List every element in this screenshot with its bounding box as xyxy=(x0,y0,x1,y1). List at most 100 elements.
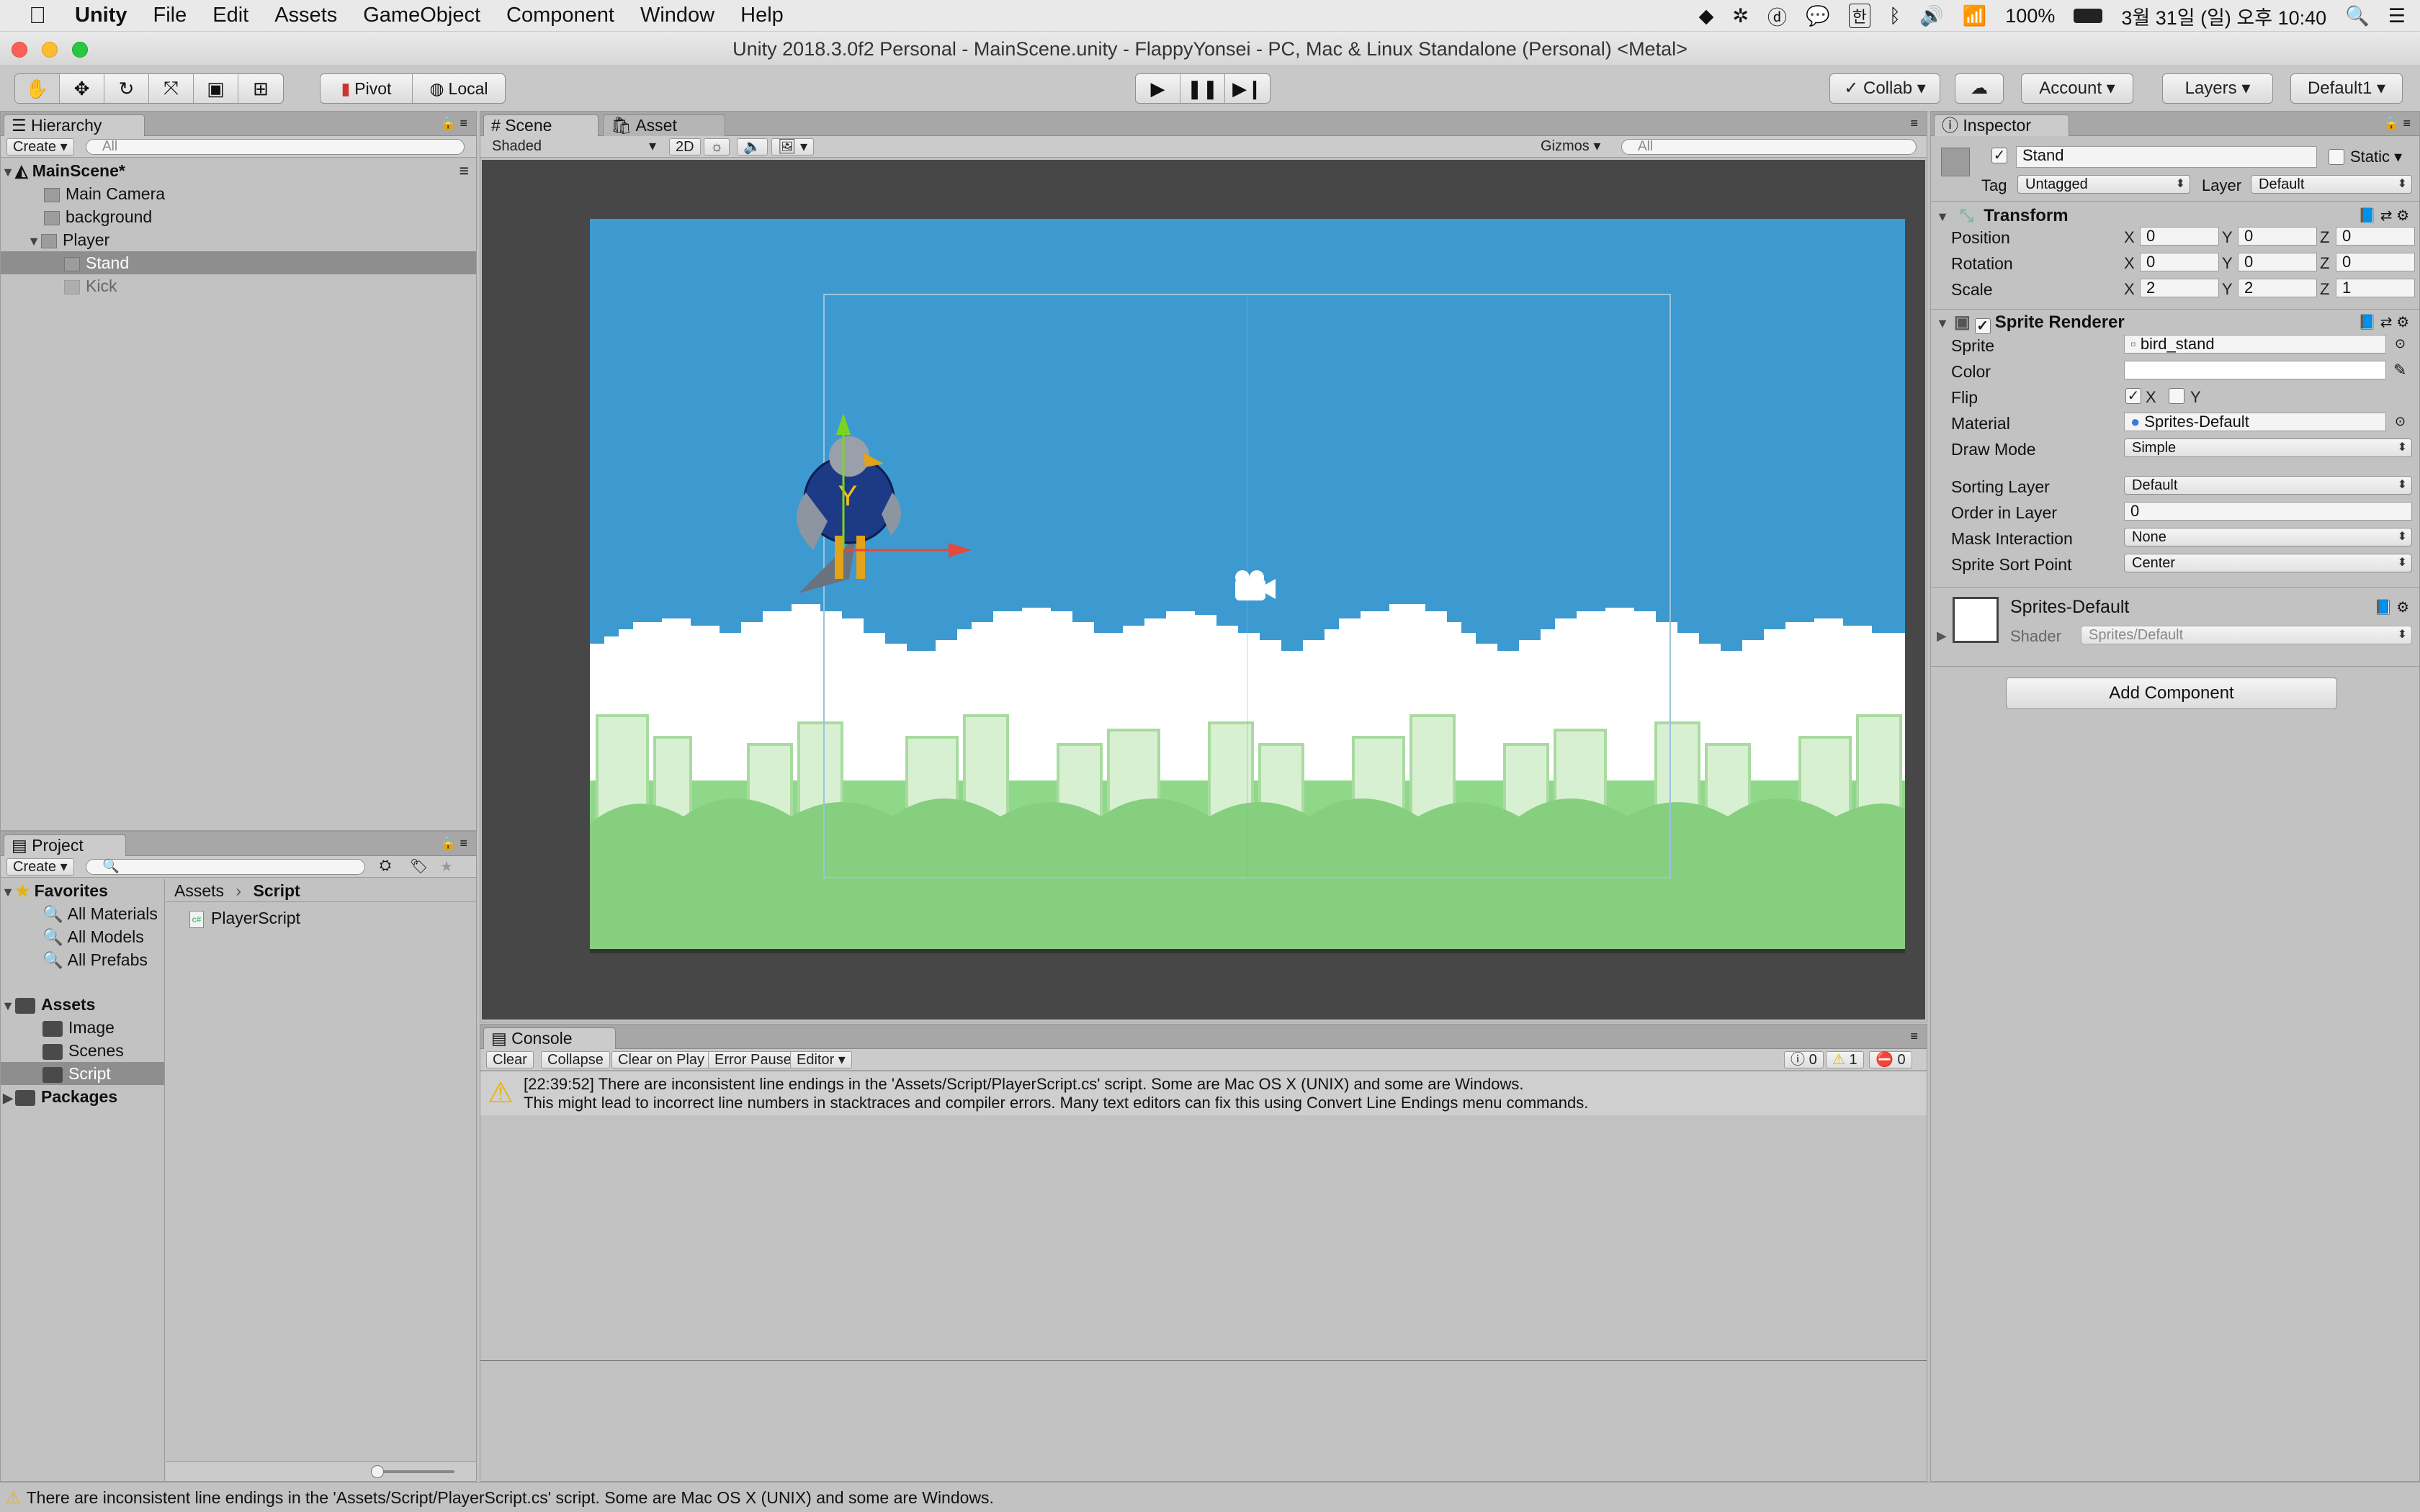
close-window-button[interactable] xyxy=(12,42,27,58)
tab-asset-store[interactable]: 🛍 Asset Store xyxy=(603,114,725,155)
axis-z-label[interactable]: Z xyxy=(2320,254,2329,273)
rect-tool-icon[interactable]: ▣ xyxy=(194,74,238,103)
2d-toggle[interactable]: 2D xyxy=(669,138,701,156)
panel-menu-icon[interactable]: 🔒 ≡ xyxy=(440,836,467,851)
notification-center-icon[interactable]: ☰ xyxy=(2388,5,2406,27)
object-picker-icon[interactable]: ⊙ xyxy=(2395,336,2406,351)
project-create-button[interactable]: Create ▾ xyxy=(6,858,74,876)
hierarchy-item-player[interactable]: ▼ Player xyxy=(1,228,476,251)
transform-rotation-x-field[interactable]: 0 xyxy=(2140,253,2219,271)
console-clear-button[interactable]: Clear xyxy=(486,1051,534,1068)
axis-x-label[interactable]: X xyxy=(2124,280,2135,299)
filter-label-icon[interactable]: 🏷 xyxy=(410,858,428,876)
console-log-entry[interactable]: ⚠ [22:39:52] There are inconsistent line… xyxy=(480,1072,1927,1115)
lighting-icon[interactable]: ☼ xyxy=(704,138,730,156)
shading-dropdown[interactable]: Shaded ▾ xyxy=(486,138,659,156)
pivot-button[interactable]: ▮ Pivot xyxy=(321,74,413,103)
wifi-icon[interactable]: 📶 xyxy=(1963,4,1987,27)
component-menu-icon[interactable]: 📘 ⇄ ⚙ xyxy=(2358,310,2409,335)
transform-scale-x-field[interactable]: 2 xyxy=(2140,279,2219,297)
component-menu-icon[interactable]: 📘 ⇄ ⚙ xyxy=(2358,204,2409,228)
color-swatch[interactable] xyxy=(2124,361,2386,379)
menu-app-name[interactable]: Unity xyxy=(75,4,127,27)
tab-hierarchy[interactable]: ☰ Hierarchy xyxy=(4,114,145,136)
material-field[interactable]: ● Sprites-Default xyxy=(2124,413,2386,431)
collab-button[interactable]: ✓ Collab ▾ xyxy=(1829,73,1940,104)
axis-x-label[interactable]: X xyxy=(2124,228,2135,247)
eyedropper-icon[interactable]: ✎ xyxy=(2393,361,2406,379)
scene-search-input[interactable]: All xyxy=(1621,139,1917,155)
console-collapse-button[interactable]: Collapse xyxy=(541,1051,610,1068)
console-info-filter[interactable]: ⓘ 0 xyxy=(1784,1051,1824,1068)
input-source-icon[interactable]: 한 xyxy=(1848,4,1870,28)
menu-component[interactable]: Component xyxy=(506,4,614,27)
static-checkbox[interactable] xyxy=(2329,149,2344,165)
transform-rotation-y-field[interactable]: 0 xyxy=(2238,253,2317,271)
scale-tool-icon[interactable]: ⤧ xyxy=(149,74,194,103)
material-expand-icon[interactable]: ▶ xyxy=(1937,629,1947,644)
fav-all-materials[interactable]: 🔍 All Materials xyxy=(1,902,164,925)
transform-position-x-field[interactable]: 0 xyxy=(2140,227,2219,246)
clock[interactable]: 3월 31일 (일) 오후 10:40 xyxy=(2121,2,2326,30)
scene-viewport[interactable]: Y xyxy=(482,160,1925,1020)
menu-window[interactable]: Window xyxy=(640,4,714,27)
filter-type-icon[interactable]: ⛭ xyxy=(380,858,391,874)
flip-y-checkbox[interactable] xyxy=(2169,388,2184,404)
audio-icon[interactable]: 🔈 xyxy=(737,138,768,156)
status-bar[interactable]: ⚠ There are inconsistent line endings in … xyxy=(0,1482,2420,1512)
folder-script[interactable]: Script xyxy=(1,1062,164,1085)
transform-scale-y-field[interactable]: 2 xyxy=(2238,279,2317,297)
axis-y-label[interactable]: Y xyxy=(2222,254,2233,273)
breadcrumb-assets[interactable]: Assets xyxy=(174,881,224,900)
local-button[interactable]: ◍ Local xyxy=(413,74,505,103)
hierarchy-item-kick[interactable]: Kick xyxy=(1,274,476,297)
hierarchy-item-background[interactable]: background xyxy=(1,205,476,228)
bluetooth-icon[interactable]: ᛒ xyxy=(1889,5,1901,27)
tag-dropdown[interactable]: Untagged xyxy=(2017,175,2190,194)
play-button[interactable]: ▶ xyxy=(1136,74,1180,103)
sprite-renderer-header[interactable]: ▼ ▣ ✓ Sprite Renderer 📘 ⇄ ⚙ xyxy=(1931,310,2419,335)
breadcrumb-script[interactable]: Script xyxy=(253,881,300,900)
panel-menu-icon[interactable]: 🔒 ≡ xyxy=(2383,116,2411,131)
fav-all-models[interactable]: 🔍 All Models xyxy=(1,925,164,948)
message-icon[interactable]: 💬 xyxy=(1806,4,1830,27)
menu-file[interactable]: File xyxy=(153,4,187,27)
console-error-pause-button[interactable]: Error Pause xyxy=(708,1051,798,1068)
sorting-layer-dropdown[interactable]: Default xyxy=(2124,476,2412,495)
shader-dropdown[interactable]: Sprites/Default xyxy=(2081,626,2412,644)
axis-z-label[interactable]: Z xyxy=(2320,228,2329,247)
layers-button[interactable]: Layers ▾ xyxy=(2162,73,2273,104)
scene-root-row[interactable]: ▼◭ MainScene* ≡ xyxy=(1,159,476,182)
axis-z-label[interactable]: Z xyxy=(2320,280,2329,299)
hierarchy-item-stand[interactable]: Stand xyxy=(1,251,476,274)
spotlight-search-icon[interactable]: 🔍 xyxy=(2345,4,2370,27)
gizmos-dropdown[interactable]: Gizmos ▾ xyxy=(1535,138,1606,156)
hand-tool-icon[interactable]: ✋ xyxy=(15,74,60,103)
sprite-renderer-enabled-checkbox[interactable]: ✓ xyxy=(1974,318,1991,334)
hierarchy-search-input[interactable]: All xyxy=(86,139,465,155)
assets-row[interactable]: ▼ Assets xyxy=(1,993,164,1016)
layout-button[interactable]: Default1 ▾ xyxy=(2290,73,2403,104)
move-tool-icon[interactable]: ✥ xyxy=(60,74,104,103)
transform-scale-z-field[interactable]: 1 xyxy=(2336,279,2415,297)
step-button[interactable]: ▶❙ xyxy=(1225,74,1270,103)
file-playerscript[interactable]: c# PlayerScript xyxy=(189,906,300,930)
transform-position-z-field[interactable]: 0 xyxy=(2336,227,2415,246)
minimize-window-button[interactable] xyxy=(42,42,58,58)
d-icon[interactable]: ⓓ xyxy=(1767,2,1787,30)
transform-position-y-field[interactable]: 0 xyxy=(2238,227,2317,246)
mask-interaction-dropdown[interactable]: None xyxy=(2124,528,2412,546)
menu-assets[interactable]: Assets xyxy=(274,4,337,27)
scene-menu-icon[interactable]: ≡ xyxy=(460,159,469,182)
material-menu-icon[interactable]: 📘 ⚙ xyxy=(2375,598,2409,616)
cloud-icon[interactable]: ☁ xyxy=(1955,73,2004,104)
hierarchy-item-main-camera[interactable]: Main Camera xyxy=(1,182,476,205)
console-error-filter[interactable]: ⛔ 0 xyxy=(1869,1051,1912,1068)
gear-status-icon[interactable]: ✲ xyxy=(1732,5,1749,27)
panel-menu-icon[interactable]: ≡ xyxy=(1910,116,1918,131)
effects-icon[interactable]: 🖼 ▾ xyxy=(771,138,814,156)
folder-scenes[interactable]: Scenes xyxy=(1,1039,164,1062)
menu-help[interactable]: Help xyxy=(740,4,784,27)
axis-x-label[interactable]: X xyxy=(2124,254,2135,273)
apple-icon[interactable]:  xyxy=(29,2,46,29)
